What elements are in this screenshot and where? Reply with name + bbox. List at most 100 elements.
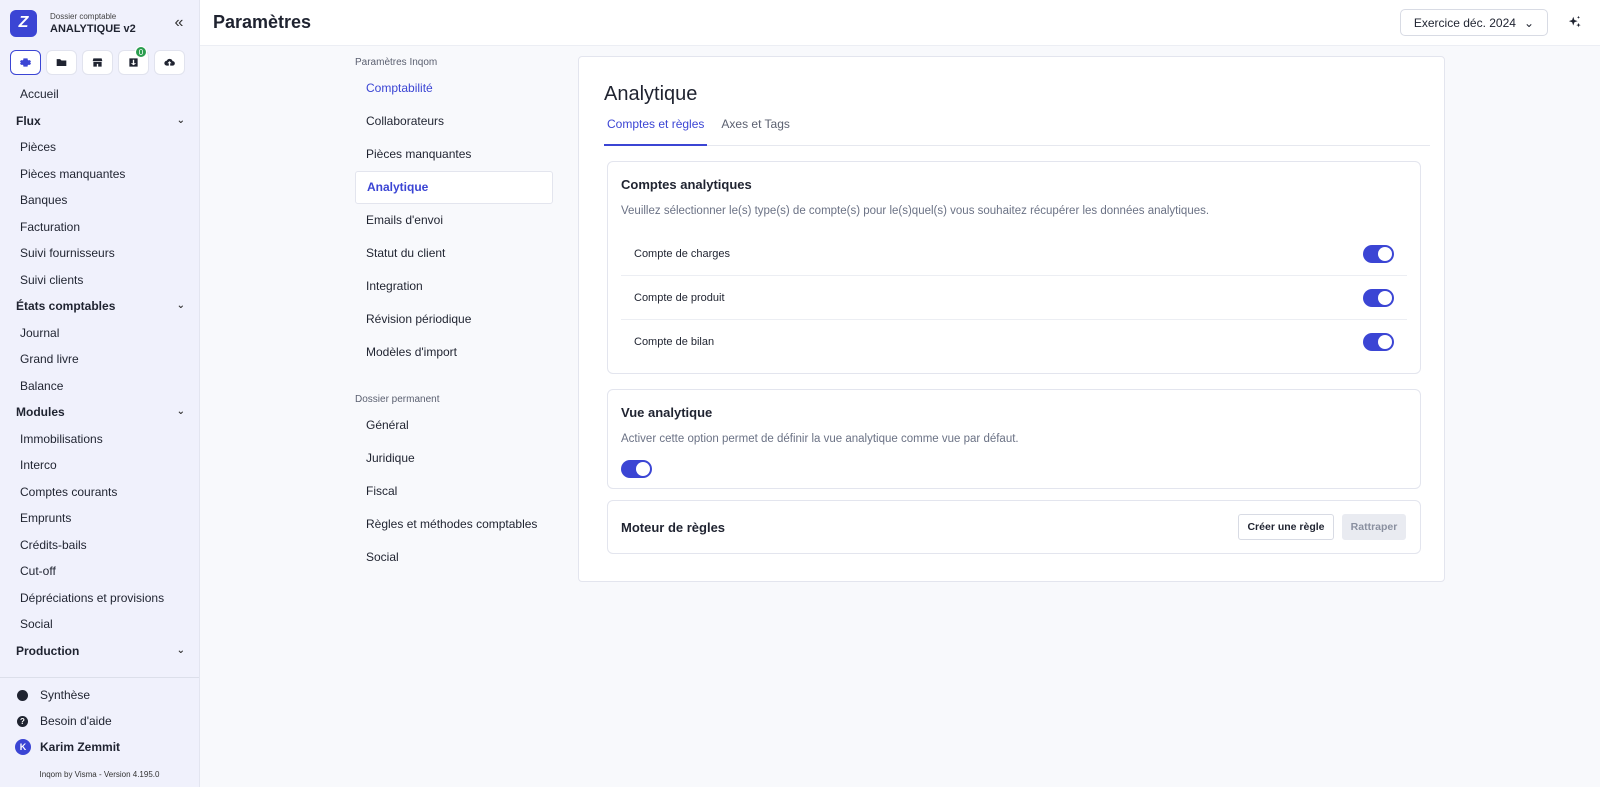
rattraper-button[interactable]: Rattraper bbox=[1342, 514, 1406, 540]
settings-integration[interactable]: Integration bbox=[355, 270, 553, 303]
dossier-name: ANALYTIQUE v2 bbox=[50, 22, 136, 35]
settings-statut-client[interactable]: Statut du client bbox=[355, 237, 553, 270]
main-nav: Accueil Flux ⌄ Pièces Pièces manquantes … bbox=[0, 81, 199, 677]
vue-analytique-toggle[interactable] bbox=[621, 460, 652, 478]
vue-title: Vue analytique bbox=[621, 405, 713, 420]
nav-item-comptes-courants[interactable]: Comptes courants bbox=[0, 479, 199, 506]
settings-juridique[interactable]: Juridique bbox=[355, 442, 553, 475]
nav-item-interco[interactable]: Interco bbox=[0, 452, 199, 479]
settings-section-label: Dossier permanent bbox=[355, 394, 440, 405]
sidebar: Z Dossier comptable ANALYTIQUE v2 « 0 Ac… bbox=[0, 0, 200, 787]
settings-revision-periodique[interactable]: Révision périodique bbox=[355, 303, 553, 336]
settings-fiscal[interactable]: Fiscal bbox=[355, 475, 553, 508]
settings-pieces-manquantes[interactable]: Pièces manquantes bbox=[355, 138, 553, 171]
nav-accueil[interactable]: Accueil bbox=[0, 81, 199, 108]
tab-comptes-regles[interactable]: Comptes et règles bbox=[604, 117, 708, 146]
nav-item-pieces[interactable]: Pièces bbox=[0, 134, 199, 161]
settings-nav: Paramètres Inqom Comptabilité Collaborat… bbox=[355, 46, 555, 574]
chevron-down-icon: ⌄ bbox=[176, 114, 185, 126]
nav-section-flux[interactable]: Flux ⌄ bbox=[0, 108, 199, 135]
analytique-panel: Analytique Comptes et règles Axes et Tag… bbox=[578, 56, 1445, 582]
settings-general[interactable]: Général bbox=[355, 409, 553, 442]
page-title: Paramètres bbox=[213, 12, 312, 32]
gear-icon[interactable] bbox=[10, 50, 41, 75]
help-icon: ? bbox=[17, 715, 28, 727]
settings-modeles-import[interactable]: Modèles d'import bbox=[355, 336, 553, 369]
nav-section-label: Modules bbox=[16, 405, 65, 419]
compte-label: Compte de produit bbox=[634, 291, 725, 304]
nav-item-balance[interactable]: Balance bbox=[0, 373, 199, 400]
nav-item-pieces-manquantes[interactable]: Pièces manquantes bbox=[0, 161, 199, 188]
collapse-sidebar-icon[interactable]: « bbox=[169, 14, 189, 32]
brand: Z Dossier comptable ANALYTIQUE v2 « bbox=[0, 0, 199, 46]
nav-section-etats[interactable]: États comptables ⌄ bbox=[0, 293, 199, 320]
nav-item-credits-bails[interactable]: Crédits-bails bbox=[0, 532, 199, 559]
create-rule-button[interactable]: Créer une règle bbox=[1238, 514, 1334, 540]
compte-produit-toggle[interactable] bbox=[1363, 288, 1394, 307]
chevron-down-icon: ⌄ bbox=[176, 300, 185, 311]
nav-item-cut-off[interactable]: Cut-off bbox=[0, 558, 199, 585]
settings-collaborateurs[interactable]: Collaborateurs bbox=[355, 105, 553, 138]
compte-charges-toggle[interactable] bbox=[1363, 244, 1394, 263]
settings-emails-envoi[interactable]: Emails d'envoi bbox=[355, 204, 553, 237]
compte-row: Compte de bilan bbox=[621, 320, 1407, 364]
panel-title: Analytique bbox=[604, 83, 698, 105]
nav-section-label: Production bbox=[16, 643, 80, 658]
inbox-badge: 0 bbox=[135, 46, 147, 58]
nav-item-suivi-clients[interactable]: Suivi clients bbox=[0, 267, 199, 294]
compte-row: Compte de charges bbox=[621, 232, 1407, 276]
nav-item-emprunts[interactable]: Emprunts bbox=[0, 505, 199, 532]
nav-section-label: Flux bbox=[16, 113, 41, 128]
nav-item-facturation[interactable]: Facturation bbox=[0, 214, 199, 241]
settings-analytique[interactable]: Analytique bbox=[355, 171, 553, 204]
vue-description: Activer cette option permet de définir l… bbox=[621, 433, 1019, 445]
comptes-analytiques-card: Comptes analytiques Veuillez sélectionne… bbox=[607, 161, 1421, 374]
nav-item-journal[interactable]: Journal bbox=[0, 320, 199, 347]
user-name: Karim Zemmit bbox=[40, 740, 121, 754]
nav-item-depreciations[interactable]: Dépréciations et provisions bbox=[0, 585, 199, 612]
store-icon[interactable] bbox=[82, 50, 113, 75]
user-menu[interactable]: K Karim Zemmit bbox=[0, 734, 199, 760]
brand-logo[interactable]: Z bbox=[10, 9, 37, 37]
compte-label: Compte de charges bbox=[634, 247, 730, 260]
compte-label: Compte de bilan bbox=[634, 336, 715, 348]
compte-row: Compte de produit bbox=[621, 276, 1407, 320]
nav-item-grand-livre[interactable]: Grand livre bbox=[0, 346, 199, 373]
settings-regles-methodes[interactable]: Règles et méthodes comptables bbox=[355, 508, 553, 541]
app-version: Inqom by Visma - Version 4.195.0 bbox=[39, 770, 160, 779]
brand-subtitle: Dossier comptable bbox=[50, 11, 117, 21]
nav-synthese-label: Synthèse bbox=[40, 688, 91, 702]
nav-section-modules[interactable]: Modules ⌄ bbox=[0, 399, 199, 426]
comptes-description: Veuillez sélectionner le(s) type(s) de c… bbox=[621, 205, 1210, 217]
settings-comptabilite[interactable]: Comptabilité bbox=[355, 72, 553, 105]
nav-item-immobilisations[interactable]: Immobilisations bbox=[0, 426, 199, 453]
top-bar: Paramètres Exercice déc. 2024 ⌄ bbox=[200, 0, 1600, 46]
nav-help[interactable]: ? Besoin d'aide bbox=[0, 708, 199, 734]
pie-chart-icon bbox=[17, 689, 28, 701]
nav-item-social[interactable]: Social bbox=[0, 611, 199, 638]
nav-section-label: États comptables bbox=[16, 299, 116, 313]
sidebar-footer: Synthèse ? Besoin d'aide K Karim Zemmit … bbox=[0, 677, 199, 787]
chevron-down-icon: ⌄ bbox=[176, 406, 185, 417]
exercice-value: Exercice déc. 2024 bbox=[1413, 15, 1516, 30]
quick-icons: 0 bbox=[0, 46, 199, 81]
inbox-icon[interactable]: 0 bbox=[118, 46, 149, 75]
nav-item-suivi-fournisseurs[interactable]: Suivi fournisseurs bbox=[0, 240, 199, 267]
brand-text: Dossier comptable ANALYTIQUE v2 bbox=[50, 12, 169, 35]
tabs: Comptes et règles Axes et Tags bbox=[604, 117, 1430, 146]
moteur-regles-card: Moteur de règles Créer une règle Rattrap… bbox=[607, 500, 1421, 554]
exercice-select[interactable]: Exercice déc. 2024 ⌄ bbox=[1399, 9, 1548, 36]
chevron-down-icon: ⌄ bbox=[1523, 15, 1534, 30]
nav-section-production[interactable]: Production ⌄ bbox=[0, 638, 199, 665]
settings-section-label: Paramètres Inqom bbox=[355, 57, 438, 68]
avatar: K bbox=[15, 739, 31, 755]
cloud-upload-icon[interactable] bbox=[154, 50, 185, 75]
settings-social[interactable]: Social bbox=[355, 541, 553, 574]
nav-item-banques[interactable]: Banques bbox=[0, 187, 199, 214]
folder-icon[interactable] bbox=[46, 50, 77, 75]
sparkle-icon[interactable] bbox=[1568, 15, 1582, 29]
nav-synthese[interactable]: Synthèse bbox=[0, 682, 199, 708]
compte-bilan-toggle[interactable] bbox=[1363, 333, 1394, 351]
tab-axes-tags[interactable]: Axes et Tags bbox=[718, 117, 792, 146]
comptes-title: Comptes analytiques bbox=[621, 177, 752, 192]
